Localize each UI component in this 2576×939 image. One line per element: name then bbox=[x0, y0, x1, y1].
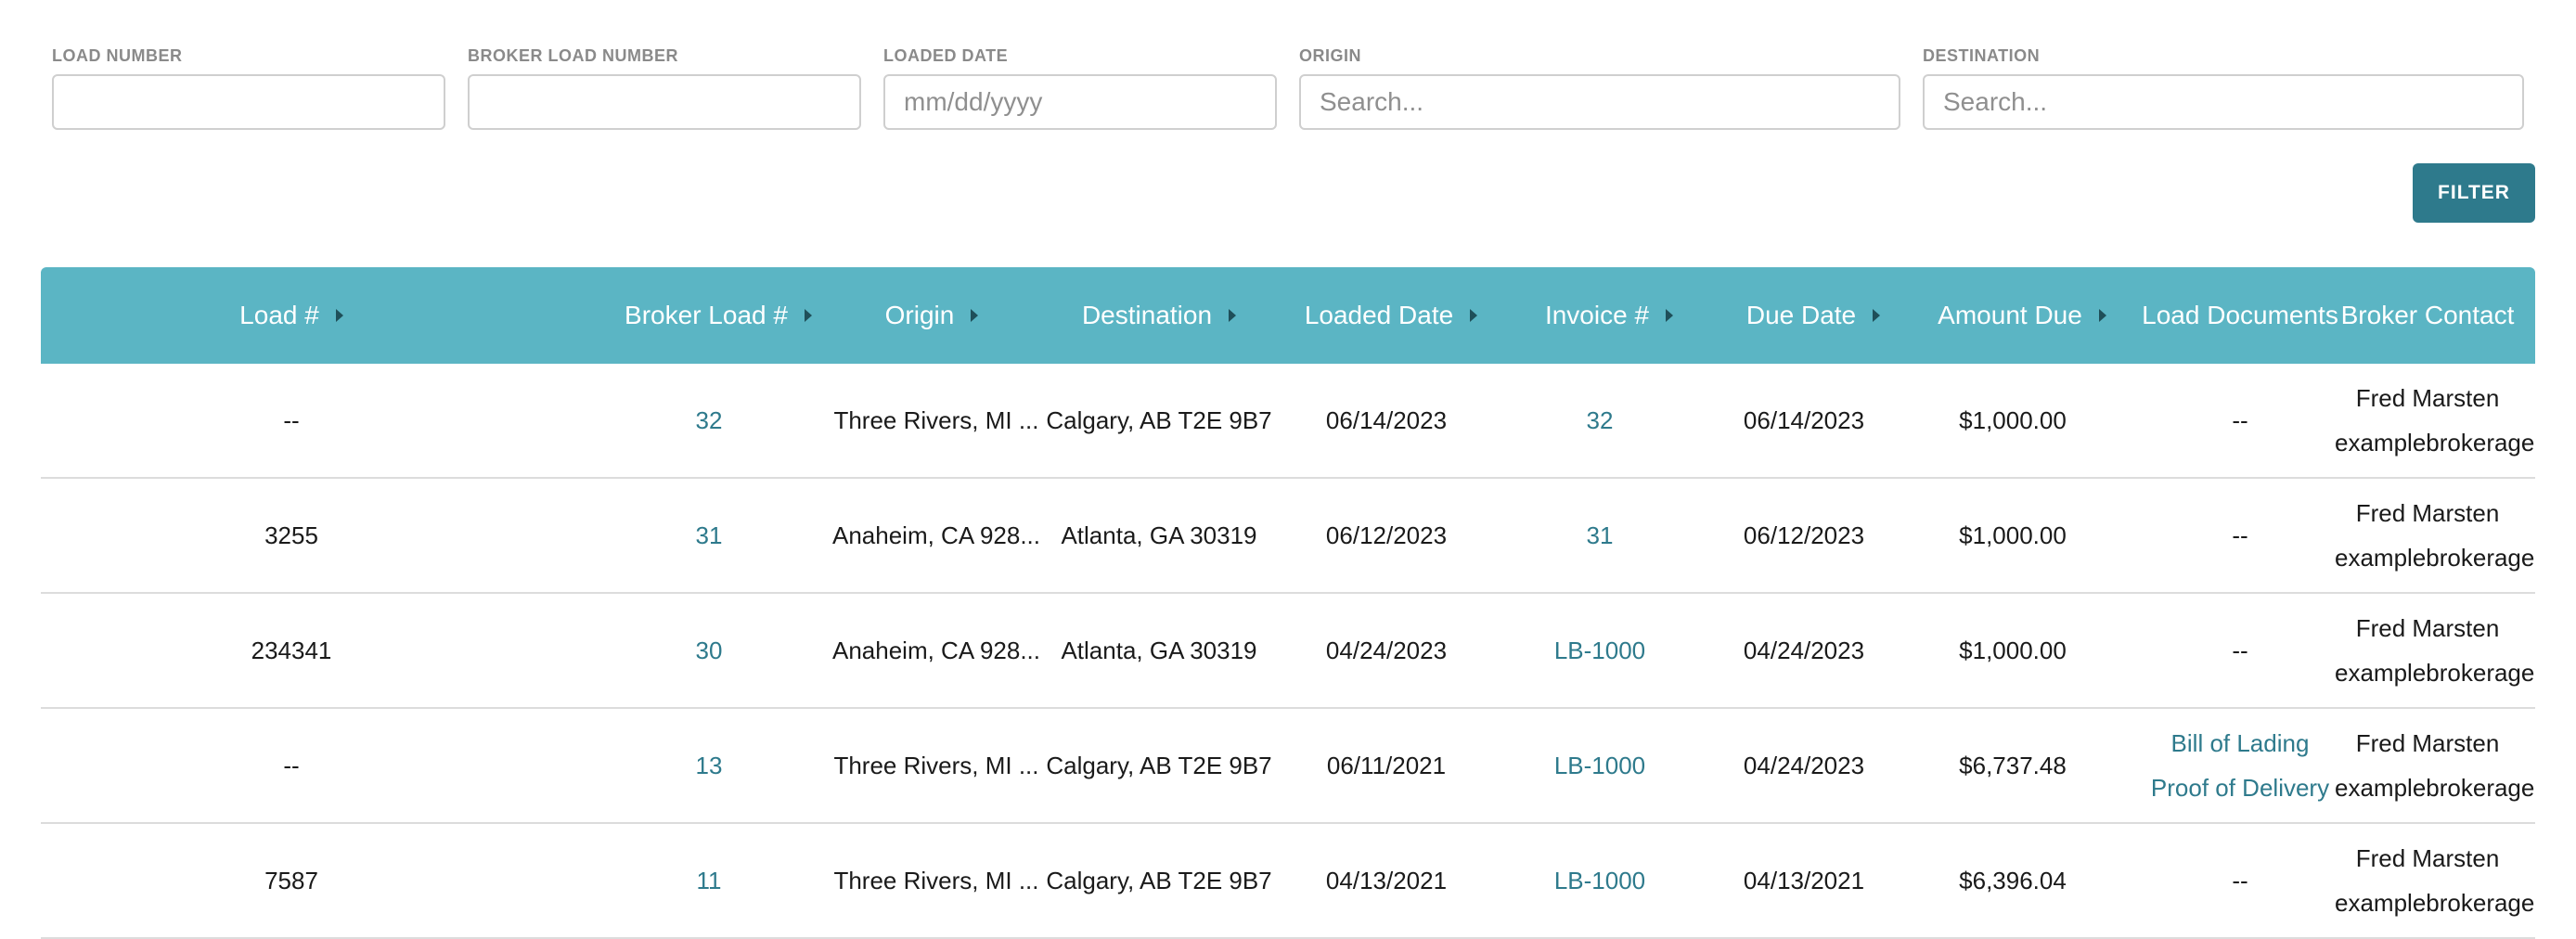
destination-cell: Calgary, AB T2E 9B7 bbox=[1046, 751, 1272, 779]
destination-cell: Atlanta, GA 30319 bbox=[1061, 636, 1257, 664]
column-header-label: Load # bbox=[239, 301, 319, 329]
load-documents-empty: -- bbox=[2232, 637, 2248, 664]
broker-contact-cell: Fred Marsten examplebrokerage@t bbox=[2320, 824, 2535, 937]
load-number-input[interactable] bbox=[52, 74, 445, 130]
invoice-link[interactable]: 31 bbox=[1498, 479, 1702, 592]
broker-contact-name: Fred Marsten bbox=[2355, 729, 2500, 757]
column-header-label: Invoice # bbox=[1544, 301, 1650, 329]
column-header-label: Destination bbox=[1081, 301, 1213, 329]
amount-due-cell: $1,000.00 bbox=[1959, 405, 2067, 434]
amount-due-cell: $6,737.48 bbox=[1959, 751, 2067, 779]
destination-label: DESTINATION bbox=[1923, 46, 2041, 65]
broker-contact-name: Fred Marsten bbox=[2355, 844, 2500, 872]
load-documents-empty: -- bbox=[2232, 521, 2248, 549]
broker-contact-cell: Fred Marsten examplebrokerage@t bbox=[2320, 594, 2535, 707]
loaded-date-cell: 04/13/2021 bbox=[1325, 866, 1448, 894]
due-date-cell: 04/24/2023 bbox=[1743, 751, 1865, 779]
caret-right-icon bbox=[1666, 309, 1674, 322]
caret-right-icon bbox=[1229, 309, 1237, 322]
amount-due-cell: $1,000.00 bbox=[1959, 636, 2067, 664]
column-header-label: Loaded Date bbox=[1304, 301, 1454, 329]
load-documents-empty: -- bbox=[2232, 406, 2248, 434]
column-header-due-date[interactable]: Due Date bbox=[1702, 267, 1925, 364]
loaded-date-cell: 06/14/2023 bbox=[1325, 405, 1448, 434]
column-header-loaded-date[interactable]: Loaded Date bbox=[1256, 267, 1526, 364]
loaded-date-input[interactable] bbox=[883, 74, 1277, 130]
proof-of-delivery-link[interactable]: Proof of Delivery bbox=[2151, 765, 2329, 810]
load-number-cell: 234341 bbox=[251, 636, 332, 664]
column-header-label: Broker Load # bbox=[625, 301, 788, 329]
invoice-link[interactable]: LB-1000 bbox=[1498, 709, 1702, 822]
loaded-date-cell: 04/24/2023 bbox=[1325, 636, 1448, 664]
caret-right-icon bbox=[1873, 309, 1881, 322]
broker-contact-name: Fred Marsten bbox=[2355, 499, 2500, 527]
loaded-date-cell: 06/12/2023 bbox=[1325, 521, 1448, 549]
destination-search-input[interactable] bbox=[1923, 74, 2524, 130]
table-row: -- 13 Three Rivers, MI ... Calgary, AB T… bbox=[41, 709, 2535, 824]
load-documents-empty: -- bbox=[2232, 867, 2248, 894]
filter-button[interactable]: FILTER bbox=[2413, 163, 2535, 223]
destination-cell: Calgary, AB T2E 9B7 bbox=[1046, 405, 1272, 434]
load-number-cell: -- bbox=[283, 405, 300, 434]
column-header-amount-due[interactable]: Amount Due bbox=[1897, 267, 2147, 364]
broker-contact-email: examplebrokerage@t bbox=[2335, 889, 2535, 917]
load-number-cell: 7587 bbox=[264, 866, 318, 894]
load-number-cell: 3255 bbox=[264, 521, 318, 549]
column-header-label: Load Documents bbox=[2142, 301, 2338, 329]
table-row: -- 32 Three Rivers, MI ... Calgary, AB T… bbox=[41, 364, 2535, 479]
broker-contact-name: Fred Marsten bbox=[2355, 614, 2500, 642]
load-number-label: LOAD NUMBER bbox=[52, 46, 183, 65]
column-header-label: Amount Due bbox=[1938, 301, 2082, 329]
amount-due-cell: $6,396.04 bbox=[1959, 866, 2067, 894]
caret-right-icon bbox=[2098, 309, 2106, 322]
broker-contact-email: examplebrokerage@t bbox=[2335, 544, 2535, 572]
caret-right-icon bbox=[971, 309, 979, 322]
broker-contact-cell: Fred Marsten examplebrokerage@t bbox=[2320, 709, 2535, 822]
caret-right-icon bbox=[1470, 309, 1478, 322]
loads-table: Load # Broker Load # Origin Destination … bbox=[41, 267, 2535, 939]
table-row: 234341 30 Anaheim, CA 928... Atlanta, GA… bbox=[41, 594, 2535, 709]
table-row: 3255 31 Anaheim, CA 928... Atlanta, GA 3… bbox=[41, 479, 2535, 594]
broker-contact-cell: Fred Marsten examplebrokerage@t bbox=[2320, 364, 2535, 477]
bill-of-lading-link[interactable]: Bill of Lading bbox=[2171, 721, 2310, 765]
due-date-cell: 04/13/2021 bbox=[1743, 866, 1865, 894]
column-header-load[interactable]: Load # bbox=[41, 267, 542, 364]
invoice-link[interactable]: LB-1000 bbox=[1498, 594, 1702, 707]
due-date-cell: 04/24/2023 bbox=[1743, 636, 1865, 664]
broker-load-number-input[interactable] bbox=[468, 74, 861, 130]
column-header-label: Origin bbox=[884, 301, 955, 329]
origin-label: ORIGIN bbox=[1299, 46, 1362, 65]
column-header-destination[interactable]: Destination bbox=[1024, 267, 1294, 364]
due-date-cell: 06/12/2023 bbox=[1743, 521, 1865, 549]
broker-contact-name: Fred Marsten bbox=[2355, 384, 2500, 412]
table-row: 7587 11 Three Rivers, MI ... Calgary, AB… bbox=[41, 824, 2535, 939]
table-header: Load # Broker Load # Origin Destination … bbox=[41, 267, 2535, 364]
column-header-label: Broker Contact bbox=[2340, 301, 2515, 329]
column-header-label: Due Date bbox=[1745, 301, 1857, 329]
load-number-cell: -- bbox=[283, 751, 300, 779]
amount-due-cell: $1,000.00 bbox=[1959, 521, 2067, 549]
broker-contact-cell: Fred Marsten examplebrokerage@t bbox=[2320, 479, 2535, 592]
loaded-date-label: LOADED DATE bbox=[883, 46, 1009, 65]
column-header-origin[interactable]: Origin bbox=[802, 267, 1062, 364]
destination-cell: Calgary, AB T2E 9B7 bbox=[1046, 866, 1272, 894]
invoice-link[interactable]: 32 bbox=[1498, 364, 1702, 477]
broker-contact-email: examplebrokerage@t bbox=[2335, 429, 2535, 457]
broker-load-number-label: BROKER LOAD NUMBER bbox=[468, 46, 678, 65]
due-date-cell: 06/14/2023 bbox=[1743, 405, 1865, 434]
column-header-invoice[interactable]: Invoice # bbox=[1498, 267, 1720, 364]
column-header-broker-contact: Broker Contact bbox=[2320, 267, 2535, 364]
invoice-link[interactable]: LB-1000 bbox=[1498, 824, 1702, 937]
loaded-date-cell: 06/11/2021 bbox=[1326, 751, 1447, 779]
broker-contact-email: examplebrokerage@t bbox=[2335, 659, 2535, 687]
caret-right-icon bbox=[335, 309, 343, 322]
destination-cell: Atlanta, GA 30319 bbox=[1061, 521, 1257, 549]
broker-contact-email: examplebrokerage@t bbox=[2335, 774, 2535, 802]
origin-search-input[interactable] bbox=[1299, 74, 1900, 130]
